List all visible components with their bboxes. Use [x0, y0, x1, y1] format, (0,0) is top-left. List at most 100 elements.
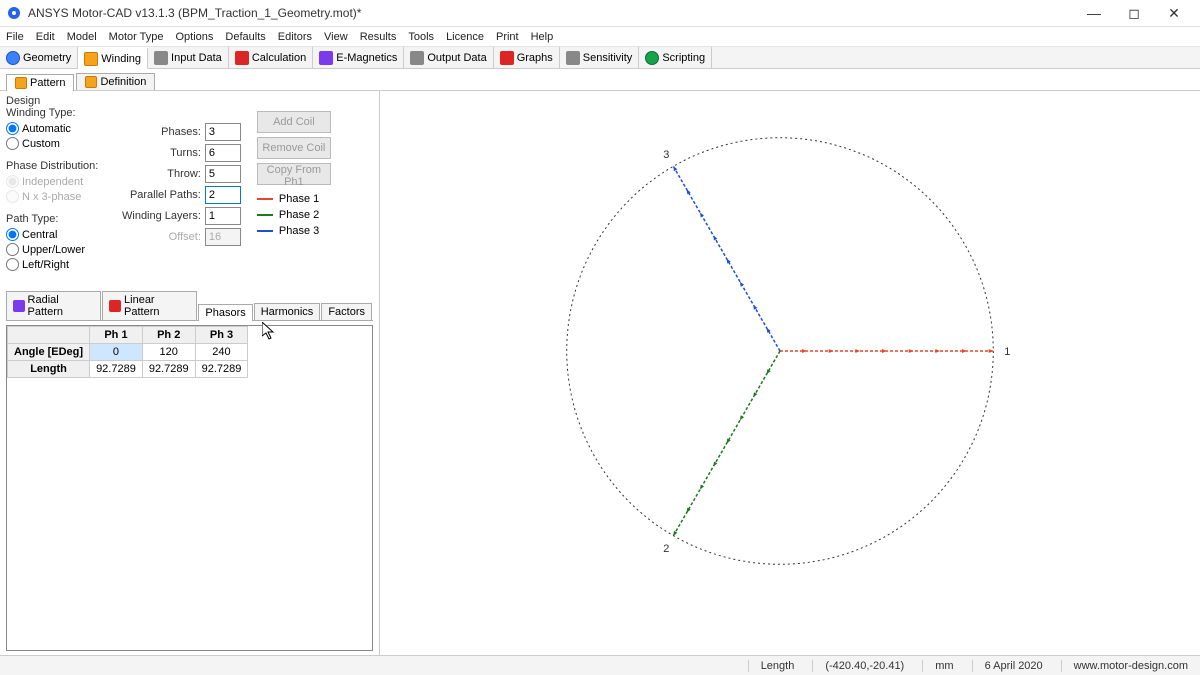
winding-type-automatic[interactable]: Automatic	[6, 122, 114, 135]
menu-results[interactable]: Results	[360, 31, 397, 43]
status-url: www.motor-design.com	[1061, 660, 1188, 672]
add-coil-button[interactable]: Add Coil	[257, 111, 331, 133]
throw-input[interactable]	[205, 165, 241, 183]
subtab-pattern[interactable]: Pattern	[6, 74, 74, 91]
arrow-icon	[855, 349, 860, 353]
tab-radial-pattern[interactable]: Radial Pattern	[6, 291, 101, 320]
arrow-icon	[713, 236, 717, 241]
toolbar-output-data[interactable]: Output Data	[404, 47, 493, 68]
radio-label: Custom	[22, 138, 60, 150]
menu-tools[interactable]: Tools	[408, 31, 434, 43]
toolbar-geometry[interactable]: Geometry	[0, 47, 78, 68]
e-magnetics-icon	[319, 51, 333, 65]
menu-licence[interactable]: Licence	[446, 31, 484, 43]
path-type-upperlower[interactable]: Upper/Lower	[6, 243, 114, 256]
maximize-button[interactable]: ◻	[1114, 0, 1154, 27]
menu-edit[interactable]: Edit	[36, 31, 55, 43]
menu-options[interactable]: Options	[176, 31, 214, 43]
toolbar-winding[interactable]: Winding	[78, 47, 148, 69]
table-cell[interactable]: 0	[90, 344, 143, 361]
phase-dist-label: Phase Distribution:	[6, 160, 114, 172]
phase-dist-nx3phase: N x 3-phase	[6, 190, 114, 203]
offset-label: Offset:	[169, 231, 201, 243]
tab-linear-pattern[interactable]: Linear Pattern	[102, 291, 197, 320]
phasor-chart: 123	[380, 91, 1200, 655]
menu-print[interactable]: Print	[496, 31, 519, 43]
table-cell[interactable]: 92.7289	[90, 361, 143, 378]
turns-input[interactable]	[205, 144, 241, 162]
legend-label: Phase 3	[279, 225, 319, 237]
menu-view[interactable]: View	[324, 31, 348, 43]
phasor-label: 1	[1004, 346, 1010, 358]
status-coords: (-420.40,-20.41)	[812, 660, 904, 672]
menu-model[interactable]: Model	[67, 31, 97, 43]
col-header: Ph 2	[142, 327, 195, 344]
legend-swatch-icon	[257, 198, 273, 200]
close-button[interactable]: ✕	[1154, 0, 1194, 27]
minimize-button[interactable]: —	[1074, 0, 1114, 27]
offset-input	[205, 228, 241, 246]
toolbar-label: Graphs	[517, 52, 553, 64]
winding-layers-input[interactable]	[205, 207, 241, 225]
menu-motor-type[interactable]: Motor Type	[109, 31, 164, 43]
table-cell[interactable]: 240	[195, 344, 248, 361]
table-cell[interactable]: 120	[142, 344, 195, 361]
toolbar-scripting[interactable]: Scripting	[639, 47, 712, 68]
phasor-label: 3	[663, 149, 669, 161]
titlebar: ANSYS Motor-CAD v13.1.3 (BPM_Traction_1_…	[0, 0, 1200, 27]
winding-layers-label: Winding Layers:	[122, 210, 201, 222]
radio-label: Upper/Lower	[22, 244, 85, 256]
menu-help[interactable]: Help	[531, 31, 554, 43]
tab-label: Harmonics	[261, 306, 314, 318]
toolbar-label: Scripting	[662, 52, 705, 64]
graphs-icon	[500, 51, 514, 65]
tab-label: Phasors	[205, 307, 245, 319]
toolbar-label: Output Data	[427, 52, 486, 64]
arrow-icon	[882, 349, 887, 353]
toolbar-label: Input Data	[171, 52, 222, 64]
col-header: Ph 3	[195, 327, 248, 344]
tab-phasors[interactable]: Phasors	[198, 304, 252, 321]
pattern-tabs: Radial PatternLinear Pattern Phasors Harmo…	[6, 291, 373, 321]
left-panel: Design Winding Type: Automatic Custom Ph…	[0, 91, 380, 655]
table-cell[interactable]: 92.7289	[195, 361, 248, 378]
sensitivity-icon	[566, 51, 580, 65]
legend-label: Phase 2	[279, 209, 319, 221]
parallel-paths-label: Parallel Paths:	[130, 189, 201, 201]
subtabs: PatternDefinition	[0, 69, 1200, 91]
phases-input[interactable]	[205, 123, 241, 141]
menu-file[interactable]: File	[6, 31, 24, 43]
parallel-paths-input[interactable]	[205, 186, 241, 204]
pattern-icon	[13, 300, 25, 312]
arrow-icon	[989, 349, 994, 353]
calculation-icon	[235, 51, 249, 65]
geometry-icon	[6, 51, 20, 65]
table-cell[interactable]: 92.7289	[142, 361, 195, 378]
toolbar-input-data[interactable]: Input Data	[148, 47, 229, 68]
legend-phase-3: Phase 3	[257, 225, 331, 237]
folder-icon	[15, 77, 27, 89]
menu-editors[interactable]: Editors	[278, 31, 312, 43]
menubar: File Edit Model Motor Type Options Defaults Ed…	[0, 27, 1200, 47]
toolbar-label: Sensitivity	[583, 52, 633, 64]
menu-defaults[interactable]: Defaults	[225, 31, 265, 43]
toolbar-graphs[interactable]: Graphs	[494, 47, 560, 68]
path-type-label: Path Type:	[6, 213, 114, 225]
path-type-central[interactable]: Central	[6, 228, 114, 241]
winding-type-custom[interactable]: Custom	[6, 137, 114, 150]
tab-factors[interactable]: Factors	[321, 303, 372, 320]
tab-harmonics[interactable]: Harmonics	[254, 303, 321, 320]
path-type-leftright[interactable]: Left/Right	[6, 258, 114, 271]
radio-label: Automatic	[22, 123, 71, 135]
copy-from-ph1-button[interactable]: Copy From Ph1	[257, 163, 331, 185]
radio-label: Independent	[22, 176, 83, 188]
row-header: Angle [EDeg]	[8, 344, 90, 361]
toolbar-calculation[interactable]: Calculation	[229, 47, 313, 68]
subtab-definition[interactable]: Definition	[76, 73, 155, 90]
arrow-icon	[753, 392, 757, 397]
radio-label: Central	[22, 229, 57, 241]
arrow-icon	[962, 349, 967, 353]
toolbar-e-magnetics[interactable]: E-Magnetics	[313, 47, 404, 68]
remove-coil-button[interactable]: Remove Coil	[257, 137, 331, 159]
toolbar-sensitivity[interactable]: Sensitivity	[560, 47, 640, 68]
